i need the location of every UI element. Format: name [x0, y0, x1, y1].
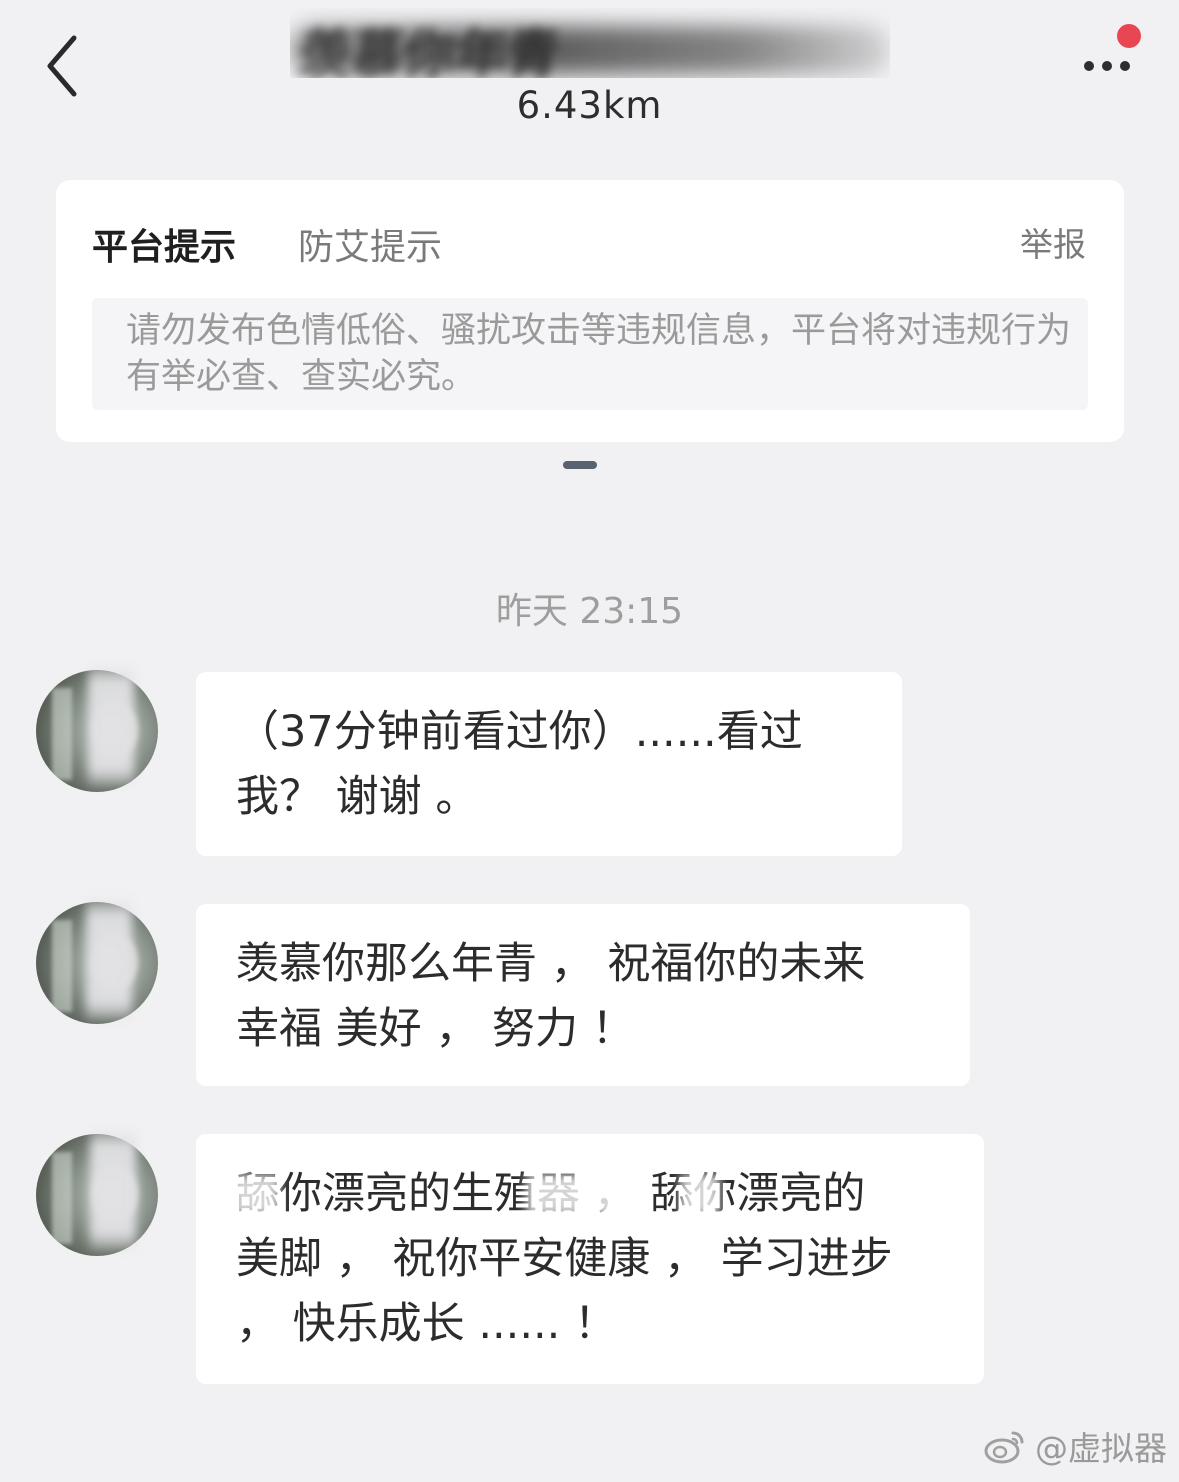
scroll-indicator: [563, 461, 597, 469]
tab-platform-notice[interactable]: 平台提示: [92, 218, 236, 270]
notice-body: 请勿发布色情低俗、骚扰攻击等违规信息，平台将对违规行为有举必查、查实必究。: [92, 298, 1088, 410]
avatar-redaction: [90, 1128, 136, 1250]
weibo-icon: [984, 1431, 1024, 1464]
unread-badge-dot: [1117, 24, 1141, 48]
chat-title: 羡慕你年青: [290, 8, 890, 78]
message-bubble[interactable]: 舔你漂亮的生殖器 ， 舔你漂亮的 美脚 ， 祝你平安健康 ， 学习进步 ， 快乐…: [196, 1134, 984, 1384]
message-text: 羡慕你那么年青 ， 祝福你的未来 幸福 美好 ， 努力 ！: [236, 939, 866, 1054]
text-redaction: [232, 1174, 280, 1216]
weibo-watermark: @虚拟器: [983, 1422, 1167, 1470]
title-redaction: [290, 26, 890, 74]
text-redaction: [680, 1174, 720, 1216]
avatar-redaction: [88, 664, 134, 786]
message-bubble[interactable]: 羡慕你那么年青 ， 祝福你的未来 幸福 美好 ， 努力 ！: [196, 904, 970, 1086]
message-bubble[interactable]: （37分钟前看过你）......看过 我？ 谢谢 。: [196, 672, 902, 856]
notice-text: 请勿发布色情低俗、骚扰攻击等违规信息，平台将对违规行为有举必查、查实必究。: [126, 311, 1072, 397]
platform-notice-card: 平台提示 防艾提示 举报 请勿发布色情低俗、骚扰攻击等违规信息，平台将对违规行为…: [56, 180, 1124, 442]
message-text: （37分钟前看过你）......看过 我？ 谢谢 。: [236, 707, 803, 822]
avatar-redaction: [86, 898, 132, 1020]
watermark-text: @虚拟器: [1035, 1429, 1167, 1468]
text-redaction: [526, 1174, 632, 1216]
distance-label: 6.43km: [516, 84, 663, 127]
tab-aids-prevention[interactable]: 防艾提示: [298, 218, 442, 270]
more-button[interactable]: [1078, 54, 1136, 78]
message-timestamp: 昨天 23:15: [495, 591, 684, 632]
report-button[interactable]: 举报: [1020, 218, 1086, 266]
